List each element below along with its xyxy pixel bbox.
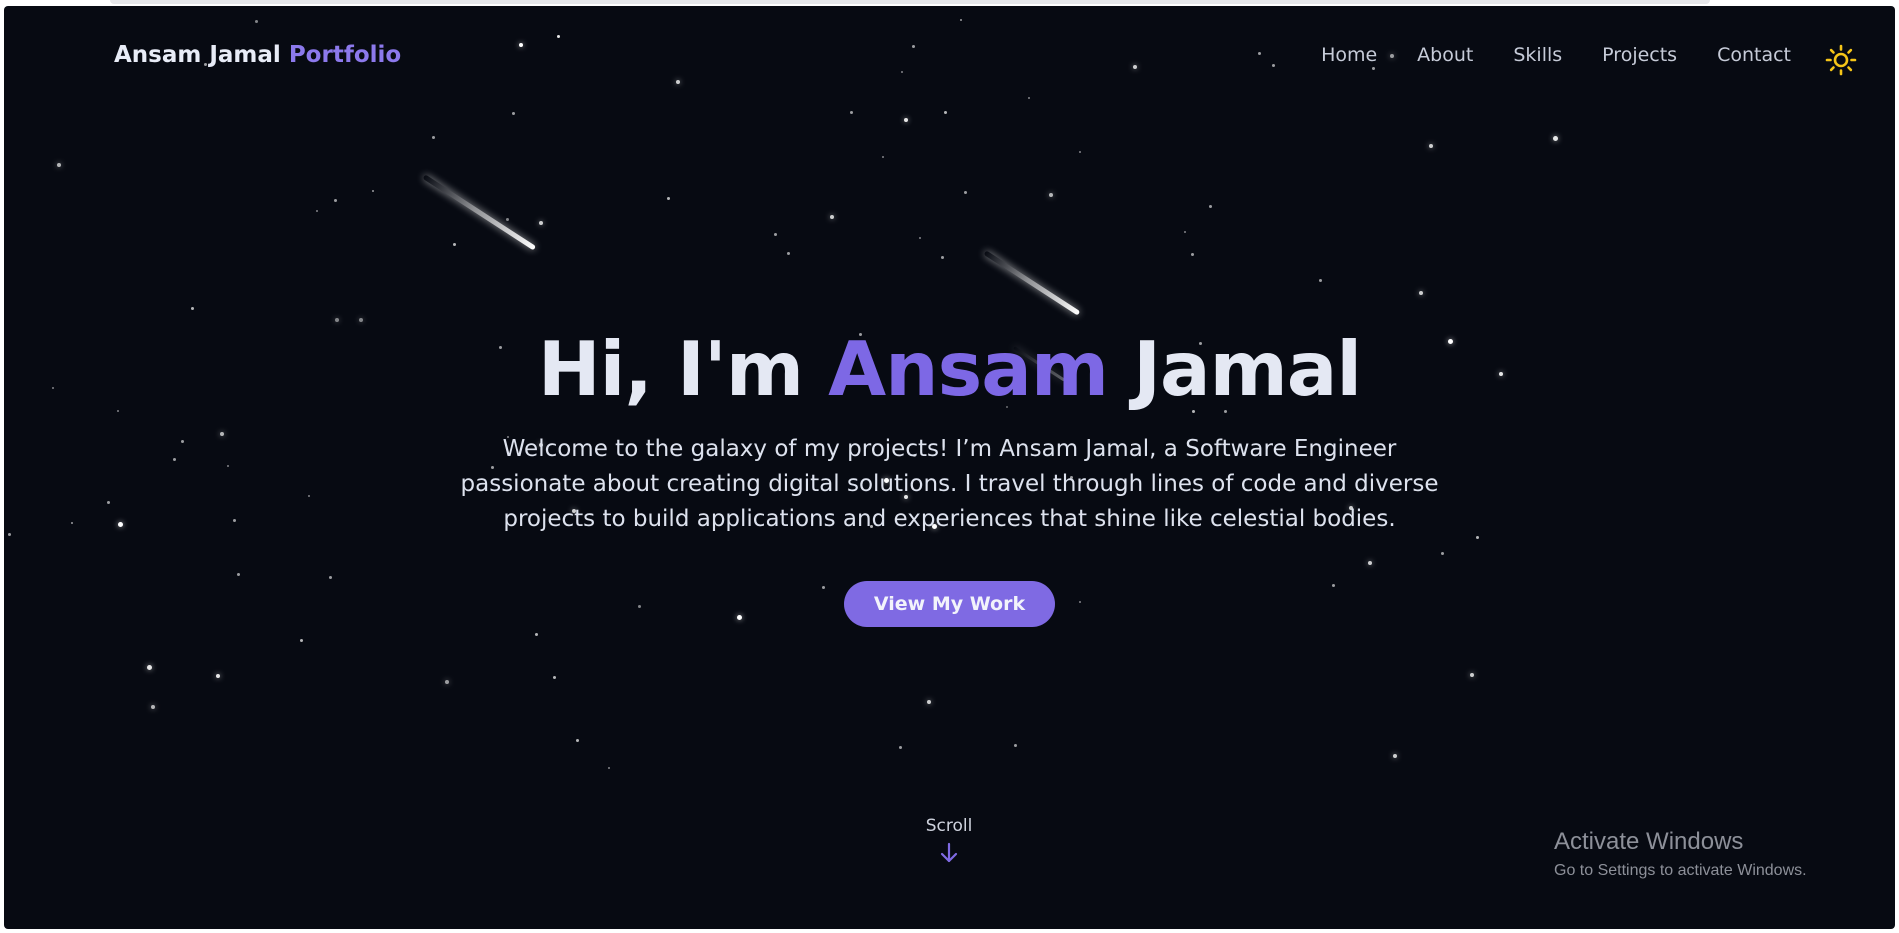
- star: [147, 665, 152, 670]
- star: [919, 237, 921, 239]
- star: [1028, 97, 1030, 99]
- nav-link-home[interactable]: Home: [1321, 44, 1377, 66]
- star: [1553, 136, 1558, 141]
- star: [1470, 673, 1474, 677]
- theme-toggle-button[interactable]: [1825, 44, 1857, 76]
- star: [453, 243, 456, 246]
- star: [512, 112, 515, 115]
- hero-subtitle: Welcome to the galaxy of my projects! I’…: [460, 436, 1439, 532]
- navbar: Ansam Jamal Portfolio Home About Skills …: [4, 6, 1895, 96]
- nav-link-skills[interactable]: Skills: [1513, 44, 1562, 66]
- star: [1419, 291, 1423, 295]
- star: [316, 210, 318, 212]
- star: [941, 256, 944, 259]
- star: [335, 318, 339, 322]
- scroll-indicator[interactable]: Scroll: [899, 816, 999, 864]
- star: [904, 118, 908, 122]
- star: [359, 318, 363, 322]
- star: [850, 111, 853, 114]
- star: [1049, 193, 1053, 197]
- star: [1209, 205, 1212, 208]
- star: [899, 746, 902, 749]
- star: [553, 676, 556, 679]
- nav-link-about[interactable]: About: [1417, 44, 1473, 66]
- star: [57, 163, 61, 167]
- star: [830, 215, 834, 219]
- hero-title-suffix: Jamal: [1133, 325, 1362, 413]
- star: [506, 218, 509, 221]
- hero-title-prefix: Hi, I'm: [537, 325, 804, 413]
- view-my-work-button[interactable]: View My Work: [843, 581, 1056, 627]
- nav-link-contact[interactable]: Contact: [1717, 44, 1791, 66]
- star: [927, 700, 931, 704]
- star: [151, 705, 155, 709]
- sun-icon: [1825, 44, 1857, 76]
- shooting-star: [983, 250, 1081, 316]
- brand-name: Ansam Jamal: [114, 42, 281, 68]
- page-frame: Ansam Jamal Portfolio Home About Skills …: [4, 6, 1895, 929]
- star: [372, 190, 374, 192]
- star: [882, 156, 884, 158]
- browser-top-edge: [110, 0, 1710, 4]
- arrow-down-icon: [940, 842, 958, 863]
- brand-logo[interactable]: Ansam Jamal Portfolio: [114, 42, 401, 68]
- star: [1014, 744, 1017, 747]
- shooting-star: [422, 174, 537, 251]
- star: [1319, 279, 1322, 282]
- star: [445, 680, 449, 684]
- nav-links: Home About Skills Projects Contact: [1321, 44, 1791, 66]
- star: [774, 233, 777, 236]
- star: [787, 252, 790, 255]
- star: [535, 633, 538, 636]
- hero-title-accent: Ansam: [828, 325, 1109, 413]
- star: [300, 639, 303, 642]
- star: [964, 191, 967, 194]
- watermark-subtitle: Go to Settings to activate Windows.: [1554, 862, 1807, 879]
- star: [216, 674, 220, 678]
- windows-activation-watermark: Activate Windows Go to Settings to activ…: [1554, 828, 1807, 880]
- star: [334, 199, 337, 202]
- scroll-label: Scroll: [925, 816, 973, 836]
- star: [1393, 754, 1397, 758]
- star: [1429, 144, 1433, 148]
- star: [667, 197, 670, 200]
- star: [576, 739, 579, 742]
- star: [191, 307, 194, 310]
- star: [608, 767, 610, 769]
- nav-link-projects[interactable]: Projects: [1602, 44, 1677, 66]
- star: [1184, 231, 1186, 233]
- star: [1079, 151, 1081, 153]
- star: [539, 221, 543, 225]
- star: [944, 111, 947, 114]
- hero-section: Hi, I'm Ansam Jamal Welcome to the galax…: [4, 324, 1895, 627]
- watermark-title: Activate Windows: [1554, 828, 1744, 855]
- star: [1191, 253, 1194, 256]
- hero-title: Hi, I'm Ansam Jamal: [4, 324, 1895, 414]
- brand-accent: Portfolio: [288, 42, 402, 68]
- star: [432, 136, 435, 139]
